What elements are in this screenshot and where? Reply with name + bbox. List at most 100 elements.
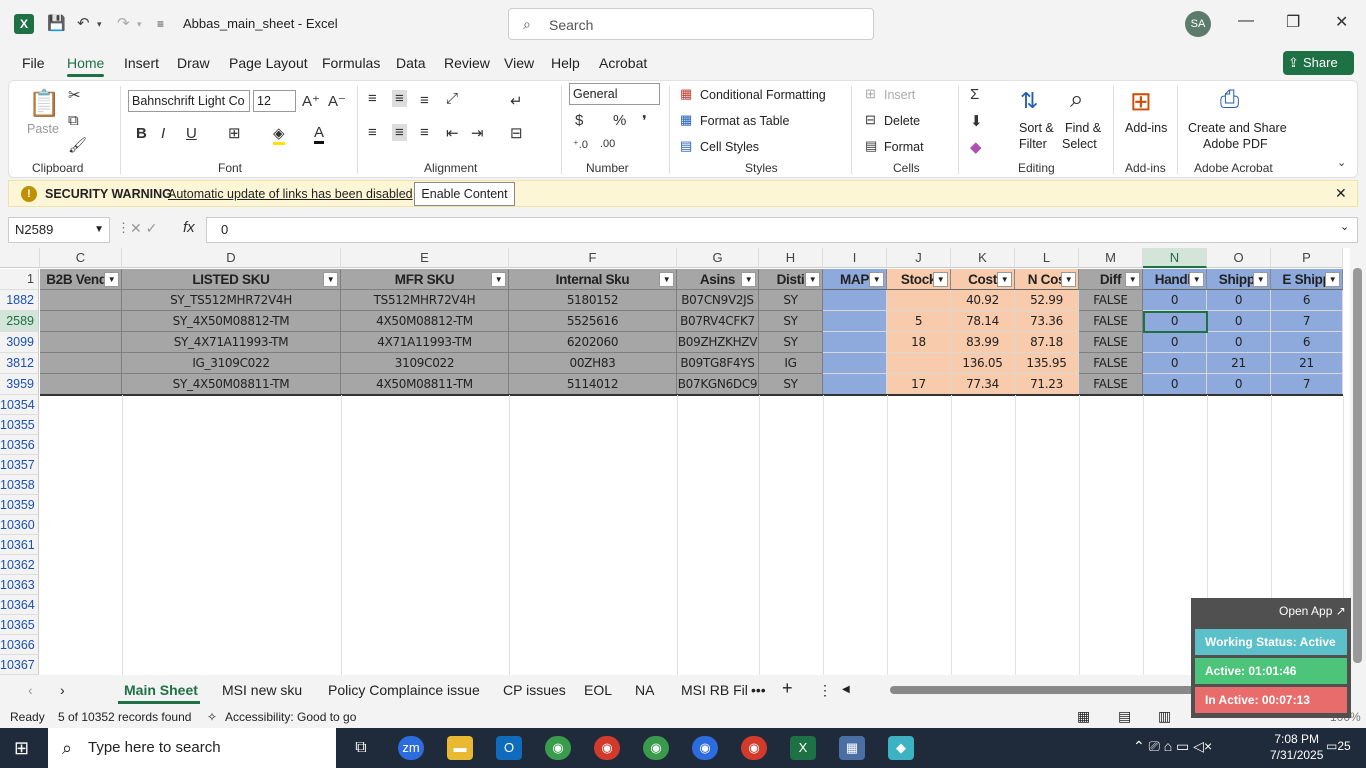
row-header[interactable]: 10364	[0, 595, 39, 615]
tab-cp-issues[interactable]: CP issues	[503, 682, 566, 698]
table-cell[interactable]: 6	[1271, 332, 1343, 353]
orientation-icon[interactable]: ⤢	[446, 90, 458, 107]
table-cell[interactable]: B09ZHZKHZV	[677, 332, 759, 353]
tab-eol[interactable]: EOL	[584, 682, 612, 698]
decrease-decimal-icon[interactable]: .00	[600, 138, 615, 150]
table-cell[interactable]	[40, 353, 122, 374]
chrome-icon[interactable]: ◉	[692, 736, 718, 760]
header-cell[interactable]: MAP ▼	[823, 269, 887, 290]
table-cell[interactable]: 21	[1207, 353, 1271, 374]
number-format-select[interactable]: General	[569, 83, 660, 105]
scroll-left-arrow-icon[interactable]: ◀	[842, 684, 850, 695]
more-sheets-icon[interactable]: •••	[751, 682, 766, 698]
name-box[interactable]: N2589 ▼	[8, 217, 110, 243]
filter-dropdown-icon[interactable]: ▼	[933, 272, 948, 287]
table-cell[interactable]: IG	[759, 353, 823, 374]
excel-taskbar-icon[interactable]: X	[790, 736, 816, 760]
column-header[interactable]: J	[887, 248, 951, 268]
align-middle-icon[interactable]: ≡	[392, 90, 407, 107]
table-cell[interactable]: 6202060	[509, 332, 677, 353]
menu-formulas[interactable]: Formulas	[322, 55, 380, 71]
maximize-icon[interactable]: ❐	[1286, 12, 1300, 32]
spreadsheet-grid[interactable]: C D E F G H I J K L M N O P 1 B2B Vendo ▼ LISTED SKU ▼ MFR …	[0, 248, 1366, 675]
row-header[interactable]: 3099	[0, 332, 39, 353]
menu-home[interactable]: Home	[67, 55, 104, 71]
open-app-link[interactable]: Open App ↗	[1279, 604, 1346, 618]
tab-main-sheet[interactable]: Main Sheet	[124, 682, 198, 698]
chrome-icon[interactable]: ◉	[545, 736, 571, 760]
table-cell[interactable]: 136.05	[951, 353, 1015, 374]
filter-dropdown-icon[interactable]: ▼	[869, 272, 884, 287]
row-header[interactable]: 10367	[0, 655, 39, 675]
table-cell[interactable]: SY_TS512MHR72V4H	[122, 290, 341, 311]
table-cell[interactable]: 5525616	[509, 311, 677, 332]
expand-formula-icon[interactable]: ⌄	[1340, 220, 1349, 233]
table-cell[interactable]: 40.92	[951, 290, 1015, 311]
filter-dropdown-icon[interactable]: ▼	[1325, 272, 1340, 287]
menu-draw[interactable]: Draw	[177, 55, 210, 71]
collapse-ribbon-icon[interactable]: ⌄	[1337, 156, 1346, 169]
column-header[interactable]: C	[40, 248, 122, 268]
table-cell[interactable]: 0	[1143, 332, 1207, 353]
column-header[interactable]: N	[1143, 248, 1207, 268]
decrease-indent-icon[interactable]: ⇤	[446, 124, 459, 142]
conditional-formatting-button[interactable]: Conditional Formatting	[700, 88, 826, 102]
close-icon[interactable]: ✕	[1335, 185, 1347, 202]
save-icon[interactable]: 💾	[47, 14, 66, 32]
app-icon[interactable]: ◆	[888, 736, 914, 760]
menu-help[interactable]: Help	[551, 55, 580, 71]
filter-dropdown-icon[interactable]: ▼	[1253, 272, 1268, 287]
cancel-confirm-icons[interactable]: ✕ ✓	[130, 220, 157, 237]
create-pdf-label-2[interactable]: Adobe PDF	[1203, 137, 1268, 151]
paste-icon[interactable]: 📋	[28, 88, 60, 119]
insert-cells-button[interactable]: Insert	[884, 88, 915, 102]
find-select-label-1[interactable]: Find &	[1065, 121, 1101, 135]
header-cell[interactable]: Cost ▼	[951, 269, 1015, 290]
table-cell[interactable]: 00ZH83	[509, 353, 677, 374]
table-cell[interactable]: 73.36	[1015, 311, 1079, 332]
page-layout-view-icon[interactable]: ▤	[1118, 708, 1131, 725]
wrap-text-icon[interactable]: ↵	[510, 92, 523, 110]
table-cell[interactable]: SY	[759, 290, 823, 311]
table-cell[interactable]: 78.14	[951, 311, 1015, 332]
row-header[interactable]: 1	[0, 269, 39, 290]
tray-icons[interactable]: ⌃ ⎚ ⌂ ▭ ◁×	[1133, 738, 1212, 755]
menu-view[interactable]: View	[504, 55, 534, 71]
redo-icon[interactable]: ↷	[117, 14, 130, 32]
table-cell[interactable]: FALSE	[1079, 353, 1143, 374]
column-header[interactable]: K	[951, 248, 1015, 268]
windows-start-icon[interactable]: ⊞	[14, 738, 34, 758]
copy-icon[interactable]: ⧉	[68, 112, 79, 129]
filter-dropdown-icon[interactable]: ▼	[997, 272, 1012, 287]
column-header[interactable]: L	[1015, 248, 1079, 268]
table-cell[interactable]: 71.23	[1015, 374, 1079, 395]
avatar[interactable]: SA	[1185, 11, 1211, 37]
header-cell[interactable]: Internal Sku ▼	[509, 269, 677, 290]
redo-dropdown-icon[interactable]: ▾	[137, 19, 142, 30]
table-cell[interactable]	[40, 332, 122, 353]
align-left-icon[interactable]: ≡	[368, 124, 377, 141]
table-cell[interactable]: 52.99	[1015, 290, 1079, 311]
zoom-app-icon[interactable]: zm	[398, 736, 424, 760]
table-cell[interactable]	[823, 290, 887, 311]
delete-cells-icon[interactable]: ⊟	[865, 112, 876, 128]
table-cell[interactable]: 18	[887, 332, 951, 353]
table-cell[interactable]: 0	[1207, 311, 1271, 332]
table-cell[interactable]: SY	[759, 332, 823, 353]
chrome-icon[interactable]: ◉	[643, 736, 669, 760]
row-header[interactable]: 10361	[0, 535, 39, 555]
table-cell[interactable]: FALSE	[1079, 332, 1143, 353]
formula-input[interactable]: 0	[206, 217, 1358, 243]
header-cell[interactable]: Asins ▼	[677, 269, 759, 290]
column-header[interactable]: I	[823, 248, 887, 268]
filter-dropdown-icon[interactable]: ▼	[659, 272, 674, 287]
undo-dropdown-icon[interactable]: ▾	[97, 19, 102, 30]
table-cell[interactable]	[823, 311, 887, 332]
table-cell[interactable]: B07RV4CFK7	[677, 311, 759, 332]
table-cell[interactable]: IG_3109C022	[122, 353, 341, 374]
format-cells-icon[interactable]: ▤	[865, 138, 877, 154]
align-top-icon[interactable]: ≡	[368, 90, 377, 107]
sort-filter-label-2[interactable]: Filter	[1019, 137, 1047, 151]
delete-cells-button[interactable]: Delete	[884, 114, 920, 128]
table-cell[interactable]: 87.18	[1015, 332, 1079, 353]
